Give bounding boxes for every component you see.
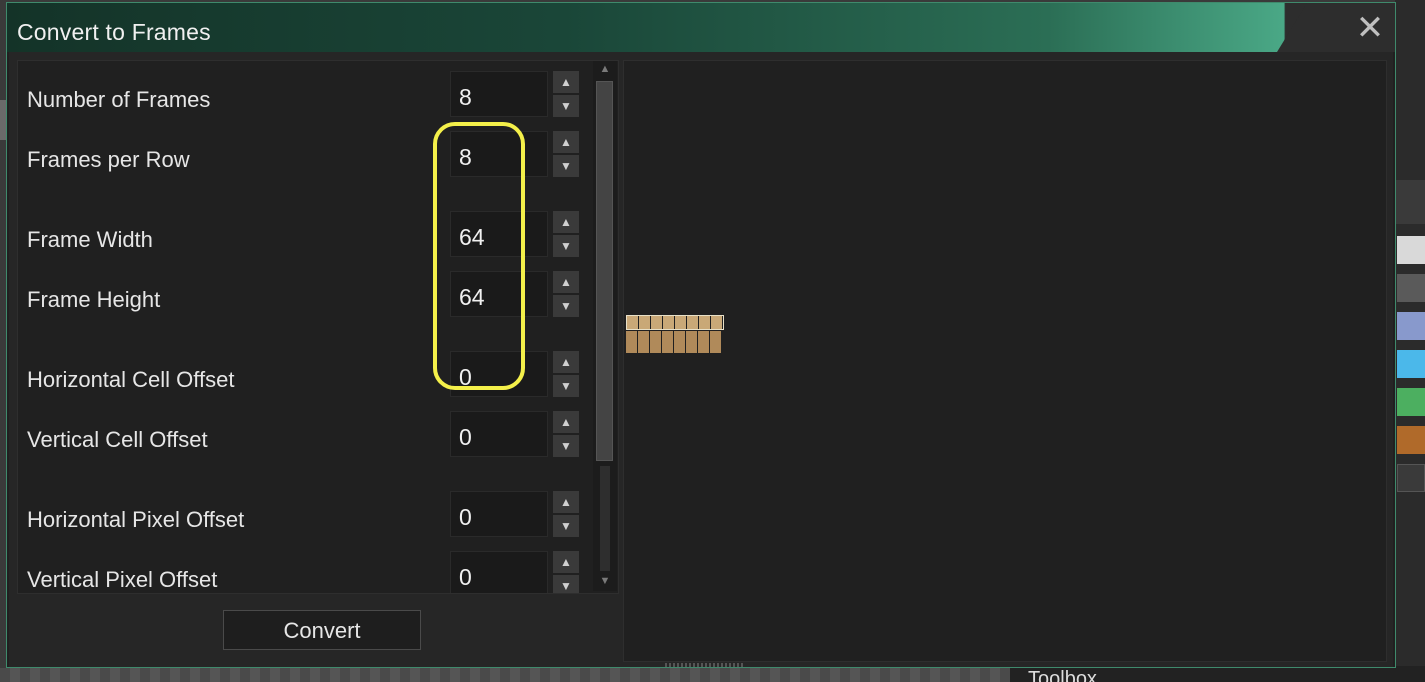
scroll-track[interactable] — [600, 466, 610, 571]
spin-up-icon[interactable]: ▲ — [553, 351, 579, 373]
background-right-panel — [1395, 0, 1425, 682]
background-toolbar-strip — [1395, 180, 1425, 224]
field-label: Horizontal Cell Offset — [27, 367, 235, 392]
spin-up-icon[interactable]: ▲ — [553, 211, 579, 233]
sprite-row — [626, 315, 724, 330]
spin-down-icon[interactable]: ▼ — [553, 235, 579, 257]
settings-panel: Number of Frames 8 ▲ ▼ Frames per Row 8 … — [17, 60, 619, 594]
toolbox-label: Toolbox — [1010, 666, 1425, 682]
sprite-row — [626, 331, 722, 353]
field-label: Frame Height — [27, 287, 161, 312]
frames-preview — [623, 60, 1387, 662]
frame-height-input[interactable]: 64 — [450, 271, 548, 317]
spin-down-icon[interactable]: ▼ — [553, 435, 579, 457]
scroll-up-icon[interactable]: ▲ — [597, 63, 613, 77]
field-label: Horizontal Pixel Offset — [27, 507, 245, 532]
frames-per-row-input[interactable]: 8 — [450, 131, 548, 177]
field-row-frame-height: Frame Height 64 ▲ ▼ — [18, 271, 593, 321]
color-swatch[interactable] — [1397, 312, 1425, 340]
spin-down-icon[interactable]: ▼ — [553, 575, 579, 593]
color-swatch[interactable] — [1397, 350, 1425, 378]
horizontal-pixel-offset-input[interactable]: 0 — [450, 491, 548, 537]
field-label: Vertical Pixel Offset — [27, 567, 218, 592]
field-row-frames-per-row: Frames per Row 8 ▲ ▼ — [18, 131, 593, 181]
color-swatch[interactable] — [1397, 274, 1425, 302]
close-icon[interactable]: ✕ — [1355, 11, 1385, 45]
spin-up-icon[interactable]: ▲ — [553, 491, 579, 513]
field-row-horizontal-pixel-offset: Horizontal Pixel Offset 0 ▲ ▼ — [18, 491, 593, 541]
color-swatch[interactable] — [1397, 426, 1425, 454]
scroll-thumb[interactable] — [596, 81, 613, 461]
spin-up-icon[interactable]: ▲ — [553, 71, 579, 93]
scroll-down-icon[interactable]: ▼ — [597, 575, 613, 589]
color-swatch[interactable] — [1397, 464, 1425, 492]
color-swatch[interactable] — [1397, 236, 1425, 264]
vertical-pixel-offset-input[interactable]: 0 — [450, 551, 548, 593]
field-label: Frames per Row — [27, 147, 190, 172]
spin-down-icon[interactable]: ▼ — [553, 375, 579, 397]
field-row-horizontal-cell-offset: Horizontal Cell Offset 0 ▲ ▼ — [18, 351, 593, 401]
frame-width-input[interactable]: 64 — [450, 211, 548, 257]
spin-up-icon[interactable]: ▲ — [553, 551, 579, 573]
field-label: Frame Width — [27, 227, 153, 252]
spin-down-icon[interactable]: ▼ — [553, 155, 579, 177]
resize-grip[interactable] — [665, 663, 745, 667]
number-of-frames-input[interactable]: 8 — [450, 71, 548, 117]
field-label: Vertical Cell Offset — [27, 427, 208, 452]
field-label: Number of Frames — [27, 87, 211, 112]
spin-up-icon[interactable]: ▲ — [553, 411, 579, 433]
convert-to-frames-dialog: Convert to Frames ✕ Number of Frames 8 ▲… — [6, 2, 1396, 668]
spin-down-icon[interactable]: ▼ — [553, 515, 579, 537]
color-swatch[interactable] — [1397, 388, 1425, 416]
spin-up-icon[interactable]: ▲ — [553, 131, 579, 153]
vertical-cell-offset-input[interactable]: 0 — [450, 411, 548, 457]
spin-down-icon[interactable]: ▼ — [553, 95, 579, 117]
field-row-frame-width: Frame Width 64 ▲ ▼ — [18, 211, 593, 261]
field-row-number-of-frames: Number of Frames 8 ▲ ▼ — [18, 71, 593, 121]
field-row-vertical-cell-offset: Vertical Cell Offset 0 ▲ ▼ — [18, 411, 593, 461]
sprite-sheet-preview — [626, 315, 724, 353]
settings-scrollbar[interactable]: ▲ ▼ — [593, 61, 617, 591]
field-row-vertical-pixel-offset: Vertical Pixel Offset 0 ▲ ▼ — [18, 551, 593, 593]
spin-down-icon[interactable]: ▼ — [553, 295, 579, 317]
convert-button[interactable]: Convert — [223, 610, 421, 650]
dialog-content: Number of Frames 8 ▲ ▼ Frames per Row 8 … — [9, 52, 1393, 667]
horizontal-cell-offset-input[interactable]: 0 — [450, 351, 548, 397]
dialog-titlebar[interactable]: Convert to Frames ✕ — [7, 3, 1395, 52]
dialog-title: Convert to Frames — [17, 19, 211, 45]
spin-up-icon[interactable]: ▲ — [553, 271, 579, 293]
